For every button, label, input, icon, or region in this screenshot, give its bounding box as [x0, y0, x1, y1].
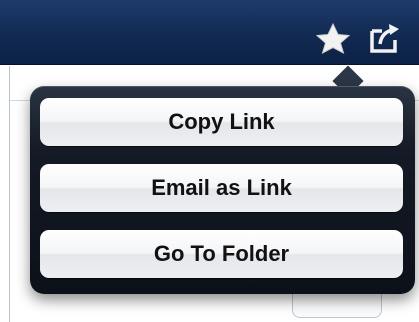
- email-as-link-button[interactable]: Email as Link: [40, 164, 403, 212]
- share-button[interactable]: [364, 22, 404, 54]
- star-icon: [315, 22, 351, 54]
- go-to-folder-button[interactable]: Go To Folder: [40, 230, 403, 278]
- favorite-button[interactable]: [313, 22, 353, 54]
- top-toolbar: [0, 0, 419, 65]
- share-popover: Copy Link Email as Link Go To Folder: [30, 86, 415, 294]
- content-divider: [9, 66, 10, 322]
- share-icon: [370, 24, 399, 53]
- copy-link-button[interactable]: Copy Link: [40, 98, 403, 146]
